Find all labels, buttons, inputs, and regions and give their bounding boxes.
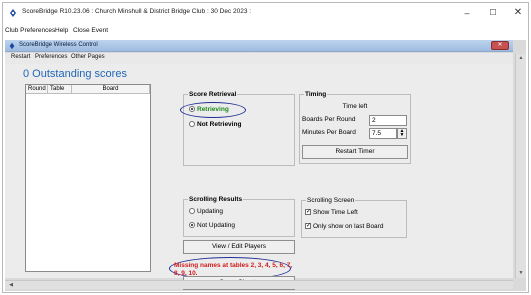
column-header-round[interactable]: Round (26, 85, 48, 94)
minutes-per-board-label: Minutes Per Board (302, 129, 356, 136)
timing-title: Timing (304, 91, 328, 98)
scroll-left-icon[interactable]: ◀ (7, 282, 15, 288)
window-title: ScoreBridge R10.23.06 : Church Minshull … (22, 8, 252, 15)
radio-retrieving[interactable]: Retrieving (189, 106, 229, 113)
minutes-spinner[interactable]: ▲ ▼ (397, 128, 407, 139)
radio-updating[interactable]: Updating (189, 208, 223, 215)
outstanding-scores-list[interactable]: Round Table Board (25, 84, 151, 272)
inner-title-bar: ScoreBridge Wireless Control ✕ (5, 40, 513, 52)
client-area: 0 Outstanding scores Round Table Board S… (5, 64, 513, 290)
scorebridge-app-icon (8, 8, 18, 18)
radio-not-updating[interactable]: Not Updating (189, 222, 235, 229)
inner-close-button[interactable]: ✕ (491, 41, 509, 50)
radio-indicator (189, 208, 195, 215)
menu-close-event[interactable]: Close Event (73, 27, 108, 34)
scrolling-screen-title: Scrolling Screen (306, 197, 356, 204)
radio-not-retrieving[interactable]: Not Retrieving (189, 121, 241, 128)
scrolling-results-title: Scrolling Results (188, 196, 244, 203)
minimize-button[interactable]: – (456, 6, 478, 20)
title-bar: ScoreBridge R10.23.06 : Church Minshull … (3, 3, 528, 23)
radio-updating-label: Updating (197, 208, 224, 215)
scorebridge-app-icon (9, 42, 15, 50)
outstanding-scores-heading: 0 Outstanding scores (23, 68, 127, 80)
radio-indicator (189, 106, 195, 113)
inner-menu-bar: Restart Preferences Other Pages (5, 53, 513, 64)
scrolling-results-group: Scrolling Results Updating Not Updating (183, 196, 295, 237)
restart-timer-button[interactable]: Restart Timer (302, 145, 408, 159)
column-header-table[interactable]: Table (48, 85, 72, 94)
show-time-left-checkbox[interactable]: ✓ Show Time Left (305, 209, 358, 216)
inner-window-title: ScoreBridge Wireless Control (19, 42, 98, 48)
radio-indicator (189, 222, 195, 229)
minutes-per-board-input[interactable]: 7.5 (369, 128, 397, 139)
only-last-board-label: Only show on last Board (313, 223, 384, 230)
maximize-button[interactable]: ☐ (482, 6, 504, 20)
only-last-board-checkbox[interactable]: ✓ Only show on last Board (305, 223, 383, 230)
scrolling-screen-group: Scrolling Screen ✓ Show Time Left ✓ Only s… (301, 197, 407, 238)
menu-bar: Club Preferences Help Close Event (3, 25, 528, 39)
score-retrieval-group: Score Retrieval Retrieving Not Retrievin… (180, 91, 295, 166)
show-time-left-label: Show Time Left (313, 209, 358, 216)
menu-preferences[interactable]: Preferences (35, 54, 67, 60)
close-button[interactable]: ✕ (507, 6, 529, 20)
menu-club-preferences[interactable]: Club Preferences (5, 27, 55, 34)
boards-per-round-label: Boards Per Round (302, 116, 356, 123)
spin-down-icon[interactable]: ▼ (398, 133, 406, 138)
vertical-scrollbar[interactable]: ▲ ▼ (515, 54, 526, 278)
menu-help[interactable]: Help (55, 27, 68, 34)
timing-group: Timing Time left Boards Per Round 2 Minu… (299, 91, 411, 164)
list-header: Round Table Board (26, 85, 150, 94)
checkbox-check-icon: ✓ (305, 223, 312, 230)
radio-not-updating-label: Not Updating (197, 222, 235, 229)
boards-per-round-input[interactable]: 2 (369, 115, 407, 126)
menu-restart[interactable]: Restart (11, 54, 30, 60)
scroll-up-icon[interactable]: ▲ (516, 55, 526, 61)
score-retrieval-title: Score Retrieval (188, 91, 238, 98)
scroll-down-icon[interactable]: ▼ (516, 270, 526, 276)
horizontal-scrollbar[interactable]: ◀ (5, 280, 513, 289)
column-header-board[interactable]: Board (72, 85, 150, 94)
time-left-label: Time left (342, 103, 368, 110)
radio-indicator (189, 121, 195, 128)
checkbox-check-icon: ✓ (305, 209, 312, 216)
menu-other-pages[interactable]: Other Pages (71, 54, 105, 60)
radio-retrieving-label: Retrieving (197, 106, 229, 113)
radio-not-retrieving-label: Not Retrieving (197, 121, 242, 128)
mdi-area: ScoreBridge Wireless Control ✕ Restart P… (5, 40, 526, 291)
app-window: ScoreBridge R10.23.06 : Church Minshull … (2, 2, 529, 293)
view-edit-players-button[interactable]: View / Edit Players (183, 240, 295, 254)
